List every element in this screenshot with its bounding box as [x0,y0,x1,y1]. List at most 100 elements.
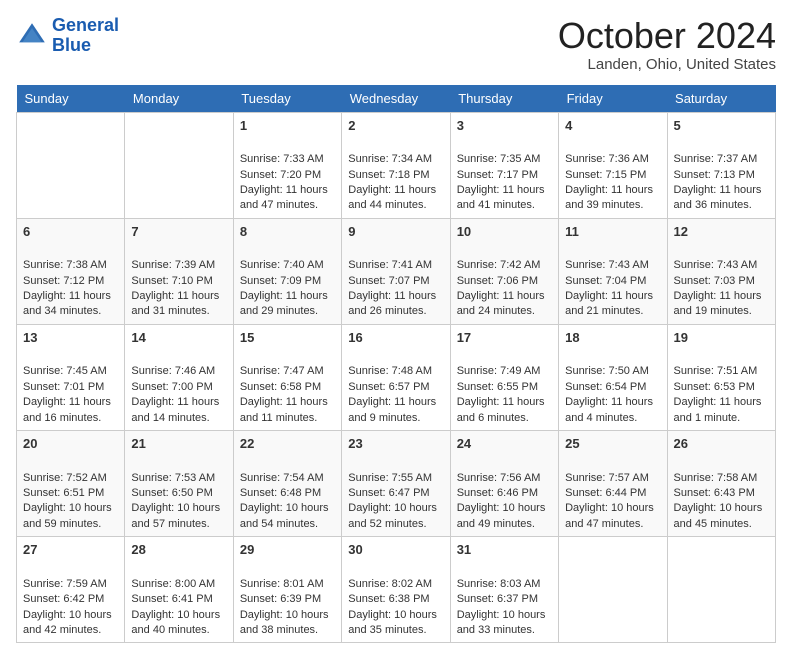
sunset-text: Sunset: 7:15 PM [565,169,646,181]
day-number: 27 [23,541,118,559]
calendar-cell: 2Sunrise: 7:34 AMSunset: 7:18 PMDaylight… [342,112,450,218]
sunrise-text: Sunrise: 7:48 AM [348,365,432,377]
day-header-saturday: Saturday [667,85,775,113]
calendar-cell: 31Sunrise: 8:03 AMSunset: 6:37 PMDayligh… [450,537,558,643]
logo: General Blue [16,16,119,56]
calendar-cell: 13Sunrise: 7:45 AMSunset: 7:01 PMDayligh… [17,324,125,430]
sunrise-text: Sunrise: 8:03 AM [457,578,541,590]
calendar-cell: 3Sunrise: 7:35 AMSunset: 7:17 PMDaylight… [450,112,558,218]
daylight-text: Daylight: 11 hours and 14 minutes. [131,396,219,423]
daylight-text: Daylight: 11 hours and 1 minute. [674,396,762,423]
sunrise-text: Sunrise: 7:50 AM [565,365,649,377]
daylight-text: Daylight: 11 hours and 24 minutes. [457,290,545,317]
sunset-text: Sunset: 6:57 PM [348,381,429,393]
title-block: October 2024 Landen, Ohio, United States [558,16,776,73]
page-header: General Blue October 2024 Landen, Ohio, … [16,16,776,73]
sunset-text: Sunset: 7:10 PM [131,275,212,287]
day-number: 20 [23,435,118,453]
calendar-cell: 30Sunrise: 8:02 AMSunset: 6:38 PMDayligh… [342,537,450,643]
month-title: October 2024 [558,16,776,56]
day-number: 29 [240,541,335,559]
sunset-text: Sunset: 6:42 PM [23,593,104,605]
day-number: 25 [565,435,660,453]
sunrise-text: Sunrise: 7:51 AM [674,365,758,377]
day-number: 8 [240,223,335,241]
sunset-text: Sunset: 7:04 PM [565,275,646,287]
sunrise-text: Sunrise: 7:39 AM [131,259,215,271]
day-number: 15 [240,329,335,347]
calendar-cell [559,537,667,643]
daylight-text: Daylight: 10 hours and 45 minutes. [674,502,763,529]
sunrise-text: Sunrise: 7:43 AM [674,259,758,271]
day-number: 7 [131,223,226,241]
calendar-cell: 20Sunrise: 7:52 AMSunset: 6:51 PMDayligh… [17,431,125,537]
daylight-text: Daylight: 11 hours and 16 minutes. [23,396,111,423]
sunrise-text: Sunrise: 7:43 AM [565,259,649,271]
sunset-text: Sunset: 6:53 PM [674,381,755,393]
day-number: 30 [348,541,443,559]
calendar-cell: 10Sunrise: 7:42 AMSunset: 7:06 PMDayligh… [450,218,558,324]
daylight-text: Daylight: 10 hours and 35 minutes. [348,609,437,636]
calendar-cell: 16Sunrise: 7:48 AMSunset: 6:57 PMDayligh… [342,324,450,430]
calendar-header: SundayMondayTuesdayWednesdayThursdayFrid… [17,85,776,113]
sunset-text: Sunset: 6:41 PM [131,593,212,605]
daylight-text: Daylight: 10 hours and 49 minutes. [457,502,546,529]
day-number: 13 [23,329,118,347]
day-number: 28 [131,541,226,559]
calendar-cell: 28Sunrise: 8:00 AMSunset: 6:41 PMDayligh… [125,537,233,643]
sunset-text: Sunset: 6:39 PM [240,593,321,605]
day-number: 14 [131,329,226,347]
sunrise-text: Sunrise: 7:49 AM [457,365,541,377]
calendar-cell: 5Sunrise: 7:37 AMSunset: 7:13 PMDaylight… [667,112,775,218]
header-row: SundayMondayTuesdayWednesdayThursdayFrid… [17,85,776,113]
calendar-cell [17,112,125,218]
daylight-text: Daylight: 11 hours and 9 minutes. [348,396,436,423]
calendar-cell: 17Sunrise: 7:49 AMSunset: 6:55 PMDayligh… [450,324,558,430]
sunrise-text: Sunrise: 7:55 AM [348,472,432,484]
calendar-week-2: 6Sunrise: 7:38 AMSunset: 7:12 PMDaylight… [17,218,776,324]
daylight-text: Daylight: 10 hours and 47 minutes. [565,502,654,529]
daylight-text: Daylight: 10 hours and 54 minutes. [240,502,329,529]
calendar-cell: 19Sunrise: 7:51 AMSunset: 6:53 PMDayligh… [667,324,775,430]
calendar-cell: 24Sunrise: 7:56 AMSunset: 6:46 PMDayligh… [450,431,558,537]
day-number: 1 [240,117,335,135]
calendar-cell: 23Sunrise: 7:55 AMSunset: 6:47 PMDayligh… [342,431,450,537]
day-number: 11 [565,223,660,241]
sunset-text: Sunset: 6:43 PM [674,487,755,499]
calendar-cell: 1Sunrise: 7:33 AMSunset: 7:20 PMDaylight… [233,112,341,218]
sunset-text: Sunset: 7:03 PM [674,275,755,287]
daylight-text: Daylight: 11 hours and 47 minutes. [240,184,328,211]
sunset-text: Sunset: 7:13 PM [674,169,755,181]
daylight-text: Daylight: 11 hours and 29 minutes. [240,290,328,317]
sunrise-text: Sunrise: 8:01 AM [240,578,324,590]
logo-text-line2: Blue [52,36,119,56]
sunset-text: Sunset: 6:58 PM [240,381,321,393]
sunrise-text: Sunrise: 7:41 AM [348,259,432,271]
sunrise-text: Sunrise: 7:54 AM [240,472,324,484]
daylight-text: Daylight: 11 hours and 26 minutes. [348,290,436,317]
day-number: 26 [674,435,769,453]
calendar-cell: 14Sunrise: 7:46 AMSunset: 7:00 PMDayligh… [125,324,233,430]
sunset-text: Sunset: 7:17 PM [457,169,538,181]
day-number: 5 [674,117,769,135]
calendar-table: SundayMondayTuesdayWednesdayThursdayFrid… [16,85,776,644]
sunset-text: Sunset: 6:50 PM [131,487,212,499]
sunset-text: Sunset: 7:09 PM [240,275,321,287]
sunrise-text: Sunrise: 7:33 AM [240,153,324,165]
calendar-cell: 11Sunrise: 7:43 AMSunset: 7:04 PMDayligh… [559,218,667,324]
sunset-text: Sunset: 6:46 PM [457,487,538,499]
sunrise-text: Sunrise: 7:53 AM [131,472,215,484]
day-number: 17 [457,329,552,347]
calendar-cell: 9Sunrise: 7:41 AMSunset: 7:07 PMDaylight… [342,218,450,324]
day-header-monday: Monday [125,85,233,113]
calendar-cell: 29Sunrise: 8:01 AMSunset: 6:39 PMDayligh… [233,537,341,643]
day-number: 18 [565,329,660,347]
sunrise-text: Sunrise: 7:42 AM [457,259,541,271]
calendar-cell: 12Sunrise: 7:43 AMSunset: 7:03 PMDayligh… [667,218,775,324]
sunset-text: Sunset: 6:38 PM [348,593,429,605]
sunset-text: Sunset: 6:44 PM [565,487,646,499]
daylight-text: Daylight: 11 hours and 34 minutes. [23,290,111,317]
sunrise-text: Sunrise: 7:45 AM [23,365,107,377]
daylight-text: Daylight: 11 hours and 31 minutes. [131,290,219,317]
daylight-text: Daylight: 11 hours and 4 minutes. [565,396,653,423]
